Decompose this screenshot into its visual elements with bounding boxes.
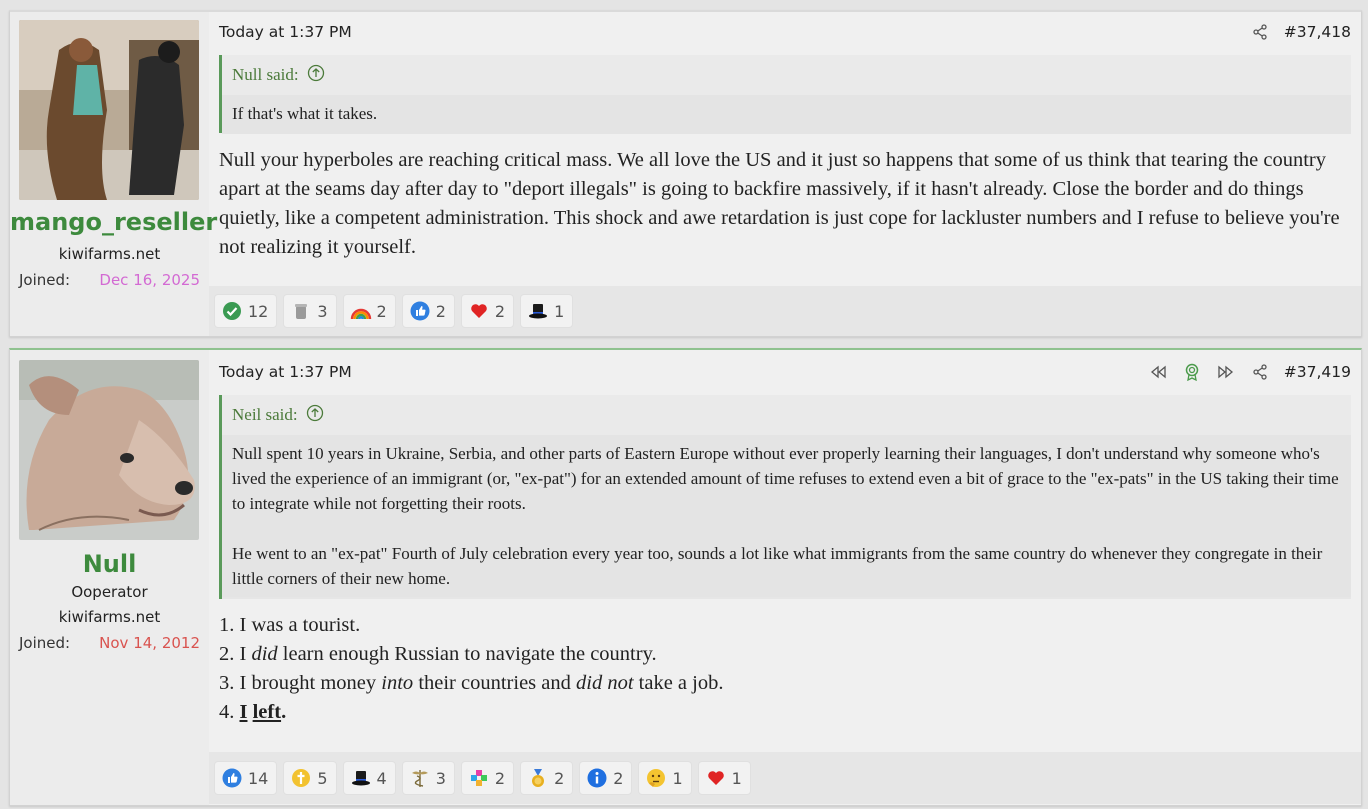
rainbow-icon: [350, 300, 372, 322]
reaction-count: 1: [731, 768, 742, 788]
user-pane: Null Ooperator kiwifarms.net Joined: Nov…: [10, 350, 209, 805]
joined-label: Joined:: [19, 634, 71, 652]
user-title: Ooperator: [71, 583, 148, 601]
username[interactable]: mango_reseller: [10, 208, 217, 236]
post: Null Ooperator kiwifarms.net Joined: Nov…: [9, 348, 1362, 806]
share-icon[interactable]: [1250, 362, 1270, 382]
joined-date: Nov 14, 2012: [99, 634, 200, 652]
top-hat-icon: [350, 767, 372, 789]
heart-icon: [705, 767, 727, 789]
message-body: 1. I was a tourist. 2. I did learn enoug…: [219, 611, 1351, 727]
quote-author[interactable]: Neil said:: [232, 405, 298, 425]
reaction-count: 2: [376, 301, 387, 321]
post-number-link[interactable]: #37,419: [1284, 363, 1351, 381]
reaction-count: 14: [248, 768, 269, 788]
top-hat-icon: [527, 300, 549, 322]
reaction-count: 4: [376, 768, 387, 788]
fast-forward-icon[interactable]: [1216, 362, 1236, 382]
quote-author[interactable]: Null said:: [232, 65, 299, 85]
post-main: Today at 1:37 PM #37,419 Neil said: Null…: [209, 350, 1361, 805]
thinking-face-icon: [645, 767, 667, 789]
reaction-count: 2: [613, 768, 624, 788]
puzzle-icon: [468, 767, 490, 789]
reaction-count: 2: [554, 768, 565, 788]
user-banner: kiwifarms.net: [58, 245, 161, 263]
cross-coin-icon: [290, 767, 312, 789]
list-item: 3. I brought money into their countries …: [219, 672, 724, 694]
post-header: Today at 1:37 PM #37,418: [219, 20, 1351, 44]
reaction-top-hat[interactable]: 1: [520, 294, 574, 328]
user-pane: mango_reseller kiwifarms.net Joined: Dec…: [10, 12, 217, 336]
reaction-count: 2: [435, 301, 446, 321]
reactions-bar: 14 5 4 3 2 2 2 1 1: [209, 752, 1361, 804]
reaction-count: 1: [672, 768, 683, 788]
reaction-thinking[interactable]: 1: [638, 761, 692, 795]
check-icon: [221, 300, 243, 322]
arrow-up-circle-icon[interactable]: [306, 404, 324, 427]
quote-block: Null said: If that's what it takes.: [219, 55, 1351, 134]
medal-icon: [527, 767, 549, 789]
avatar[interactable]: [19, 360, 199, 540]
quote-header[interactable]: Neil said:: [222, 395, 1351, 435]
reaction-check[interactable]: 12: [214, 294, 278, 328]
share-icon[interactable]: [1250, 22, 1270, 42]
post-date[interactable]: Today at 1:37 PM: [219, 23, 1250, 41]
reaction-bin[interactable]: 3: [283, 294, 337, 328]
quote-header[interactable]: Null said:: [222, 55, 1351, 95]
user-banner: kiwifarms.net: [58, 608, 161, 626]
reaction-count: 3: [435, 768, 446, 788]
username[interactable]: Null: [10, 550, 209, 578]
reaction-count: 12: [248, 301, 269, 321]
reaction-rainbow[interactable]: 2: [342, 294, 396, 328]
info-icon: [586, 767, 608, 789]
caduceus-icon: [409, 767, 431, 789]
reaction-puzzle[interactable]: 2: [460, 761, 515, 795]
joined-date: Dec 16, 2025: [99, 271, 200, 289]
list-item: 1. I was a tourist.: [219, 614, 361, 636]
award-icon[interactable]: [1182, 362, 1202, 382]
post: mango_reseller kiwifarms.net Joined: Dec…: [9, 10, 1362, 337]
reaction-count: 1: [554, 301, 565, 321]
post-main: Today at 1:37 PM #37,418 Null said: If t…: [209, 12, 1361, 336]
heart-icon: [468, 300, 490, 322]
reaction-top-hat[interactable]: 4: [342, 761, 396, 795]
reaction-thumbs-up[interactable]: 14: [214, 761, 278, 795]
reaction-count: 5: [317, 768, 328, 788]
quote-body: If that's what it takes.: [222, 95, 1351, 134]
post-number-link[interactable]: #37,418: [1284, 23, 1351, 41]
reactions-bar: 12 3 2 2 2 1: [209, 286, 1361, 336]
quote-body: Null spent 10 years in Ukraine, Serbia, …: [222, 435, 1351, 597]
reaction-cross-coin[interactable]: 5: [283, 761, 337, 795]
reaction-heart[interactable]: 2: [460, 294, 515, 328]
reaction-thumbs-up[interactable]: 2: [401, 294, 455, 328]
list-item: 4. I left.: [219, 701, 287, 723]
quote-block: Neil said: Null spent 10 years in Ukrain…: [219, 395, 1351, 599]
reaction-medal[interactable]: 2: [520, 761, 574, 795]
post-date[interactable]: Today at 1:37 PM: [219, 363, 1148, 381]
avatar[interactable]: [19, 20, 199, 200]
thumbs-up-icon: [221, 767, 243, 789]
quote-paragraph: Null spent 10 years in Ukraine, Serbia, …: [232, 444, 1339, 513]
post-header: Today at 1:37 PM #37,419: [219, 360, 1351, 384]
joined-row: Joined: Nov 14, 2012: [19, 634, 200, 652]
rewind-icon[interactable]: [1148, 362, 1168, 382]
reaction-count: 2: [494, 768, 506, 788]
joined-label: Joined:: [19, 271, 71, 289]
reaction-caduceus[interactable]: 3: [401, 761, 455, 795]
reaction-heart[interactable]: 1: [697, 761, 751, 795]
reaction-count: 3: [317, 301, 328, 321]
list-item: 2. I did learn enough Russian to navigat…: [219, 643, 657, 665]
thumbs-up-icon: [409, 300, 431, 322]
reaction-count: 2: [494, 301, 506, 321]
reaction-info[interactable]: 2: [579, 761, 633, 795]
bin-icon: [290, 300, 312, 322]
arrow-up-circle-icon[interactable]: [307, 64, 325, 87]
quote-paragraph: He went to an "ex-pat" Fourth of July ce…: [232, 544, 1323, 588]
message-body: Null your hyperboles are reaching critic…: [219, 149, 1340, 258]
joined-row: Joined: Dec 16, 2025: [19, 271, 200, 289]
